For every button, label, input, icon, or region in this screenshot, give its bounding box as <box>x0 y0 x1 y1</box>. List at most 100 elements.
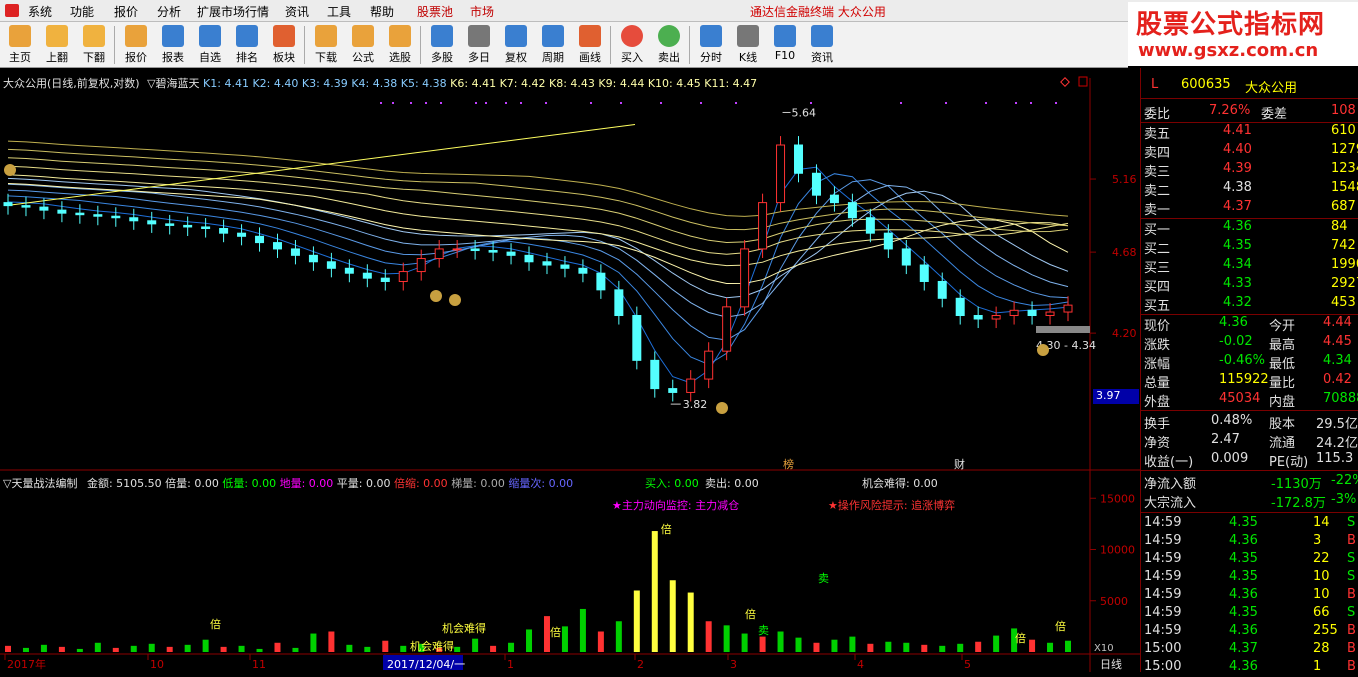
tick-direction: B <box>1347 623 1356 638</box>
toolbar-multi-stock-button[interactable]: 多股 <box>424 24 460 66</box>
quote-divider <box>1141 512 1358 513</box>
ask-level-5[interactable]: 卖五 4.41 610 <box>1141 122 1358 142</box>
volume-bar <box>238 645 245 652</box>
tick-row[interactable]: 14:59 4.35 10 S <box>1141 568 1358 587</box>
bid-level-1[interactable]: 买一 4.36 84 <box>1141 218 1358 238</box>
bid-label: 买五 <box>1144 299 1171 314</box>
toolbar-sell-button[interactable]: 卖出 <box>651 24 687 66</box>
ask-level-1[interactable]: 卖一 4.37 687 <box>1141 198 1358 218</box>
menu-tools[interactable]: 工具 <box>327 3 351 20</box>
beiliang-value: 倍量: 0.00 <box>165 477 219 490</box>
menu-system[interactable]: 系统 <box>28 3 52 20</box>
stat-label: 股本 <box>1269 417 1296 432</box>
weibi-row[interactable]: 委比 7.26% 委差 108 <box>1141 102 1358 122</box>
pingliang-value: 平量: 0.00 <box>336 477 391 490</box>
toolbar-watchlist-button[interactable]: 自选 <box>192 24 228 66</box>
stat-row[interactable]: 涨幅 -0.46% 最低 4.34 <box>1141 352 1358 372</box>
tick-row[interactable]: 14:59 4.35 22 S <box>1141 550 1358 569</box>
sub-indicator-name[interactable]: ▽天量战法编制 <box>3 477 77 490</box>
volume-bar <box>615 621 622 652</box>
chance-label-2: 机会难得 <box>410 639 454 653</box>
flow-row[interactable]: 大宗流入 -172.8万 -3% <box>1141 491 1358 511</box>
tick-volume: 66 <box>1313 605 1330 620</box>
flow-row[interactable]: 净流入额 -1130万 -22% <box>1141 472 1358 492</box>
tick-row[interactable]: 14:59 4.36 10 B <box>1141 586 1358 605</box>
toolbar-sector-button[interactable]: 板块 <box>266 24 302 66</box>
toolbar-multi-day-button[interactable]: 多日 <box>461 24 497 66</box>
toolbar-draw-line-button[interactable]: 画线 <box>572 24 608 66</box>
stat2-row[interactable]: 净资 2.47 流通 24.2亿 <box>1141 431 1358 451</box>
menu-extended-market[interactable]: 扩展市场行情 <box>197 3 269 20</box>
toolbar-report-button[interactable]: 报表 <box>155 24 191 66</box>
ask-level-2[interactable]: 卖二 4.38 1548 <box>1141 179 1358 199</box>
menu-help[interactable]: 帮助 <box>370 3 394 20</box>
candle-body <box>93 214 103 217</box>
volume-bar <box>112 647 119 652</box>
tick-volume: 14 <box>1313 515 1330 530</box>
toolbar-ranking-button[interactable]: 排名 <box>229 24 265 66</box>
toolbar-f10-button[interactable]: F10 <box>767 24 803 66</box>
menu-info[interactable]: 资讯 <box>285 3 309 20</box>
stat-value: 45034 <box>1219 391 1261 406</box>
stat-row[interactable]: 总量 115922 量比 0.42 <box>1141 371 1358 391</box>
stat-value: -0.46% <box>1219 353 1265 368</box>
toolbar-page-down-button[interactable]: 下翻 <box>76 24 112 66</box>
toolbar-kline-button[interactable]: K线 <box>730 24 766 66</box>
tick-row[interactable]: 15:00 4.36 1 B <box>1141 658 1358 677</box>
stat2-row[interactable]: 换手 0.48% 股本 29.5亿 <box>1141 412 1358 432</box>
toolbar-download-button[interactable]: 下载 <box>308 24 344 66</box>
flow-label: 大宗流入 <box>1144 496 1197 511</box>
kline-chart[interactable]: 5.164.684.205.643.824.30 - 4.34榜 财1500010… <box>0 68 1140 672</box>
flow-value: -172.8万 <box>1271 496 1326 511</box>
money-bag-icon <box>430 290 442 302</box>
ask-level-3[interactable]: 卖三 4.39 1234 <box>1141 160 1358 180</box>
menu-market[interactable]: 市场 <box>470 3 494 20</box>
toolbar-period-button[interactable]: 周期 <box>535 24 571 66</box>
stat2-row[interactable]: 收益(一) 0.009 PE(动) 115.3 <box>1141 450 1358 470</box>
toolbar-buy-button[interactable]: 买入 <box>614 24 650 66</box>
bid-volume: 453 <box>1331 295 1356 310</box>
bid-level-4[interactable]: 买四 4.33 2927 <box>1141 275 1358 295</box>
menu-analysis[interactable]: 分析 <box>157 3 181 20</box>
menu-quote[interactable]: 报价 <box>114 3 138 20</box>
stat-row[interactable]: 现价 4.36 今开 4.44 <box>1141 314 1358 334</box>
ask-level-4[interactable]: 卖四 4.40 1279 <box>1141 141 1358 161</box>
toolbar-adjust-button[interactable]: 复权 <box>498 24 534 66</box>
toolbar-intraday-button[interactable]: 分时 <box>693 24 729 66</box>
stat-value: 24.2亿 <box>1316 436 1358 451</box>
tick-price: 4.36 <box>1229 587 1258 602</box>
bid-level-5[interactable]: 买五 4.32 453 <box>1141 294 1358 314</box>
tick-row[interactable]: 14:59 4.35 14 S <box>1141 514 1358 533</box>
stat-row[interactable]: 外盘 45034 内盘 70888 <box>1141 390 1358 410</box>
indicator-name[interactable]: ▽碧海蓝天 <box>147 77 199 90</box>
toolbar-formula-button[interactable]: 公式 <box>345 24 381 66</box>
bid-level-2[interactable]: 买二 4.35 742 <box>1141 237 1358 257</box>
menu-function[interactable]: 功能 <box>70 3 94 20</box>
toolbar-stock-picker-button[interactable]: 选股 <box>382 24 418 66</box>
period-label[interactable]: 日线 <box>1100 656 1122 672</box>
tick-row[interactable]: 14:59 4.35 66 S <box>1141 604 1358 623</box>
sell-value: 卖出: 0.00 <box>705 477 759 490</box>
vol-tick-label: 5000 <box>1100 595 1128 608</box>
ask-volume: 1234 <box>1331 161 1358 176</box>
toolbar-quote-button[interactable]: 报价 <box>118 24 154 66</box>
buy-value: 买入: 0.00 <box>645 477 699 490</box>
tick-row[interactable]: 15:00 4.37 28 B <box>1141 640 1358 659</box>
toolbar-home-button[interactable]: 主页 <box>2 24 38 66</box>
candle-body <box>201 226 211 230</box>
bid-level-3[interactable]: 买三 4.34 1990 <box>1141 256 1358 276</box>
stat-row[interactable]: 涨跌 -0.02 最高 4.45 <box>1141 333 1358 353</box>
tick-row[interactable]: 14:59 4.36 255 B <box>1141 622 1358 641</box>
tick-row[interactable]: 14:59 4.36 3 B <box>1141 532 1358 551</box>
bei-label: 倍 <box>745 607 756 621</box>
stat-value: 4.36 <box>1219 315 1248 330</box>
volume-bar <box>22 647 29 652</box>
chart-area[interactable]: 5.16 4.68 4.20 5.64 3.82 4.30 - 4.34 榜财 15000 10… <box>0 68 1140 672</box>
menu-stock-pool[interactable]: 股票池 <box>417 3 453 20</box>
toolbar-page-up-button[interactable]: 上翻 <box>39 24 75 66</box>
candle-body <box>991 315 1001 320</box>
quote-header[interactable]: L 600635 大众公用 <box>1141 76 1358 96</box>
stat-label: 现价 <box>1144 319 1171 334</box>
toolbar-news-button[interactable]: 资讯 <box>804 24 840 66</box>
volume-bar <box>939 645 946 652</box>
